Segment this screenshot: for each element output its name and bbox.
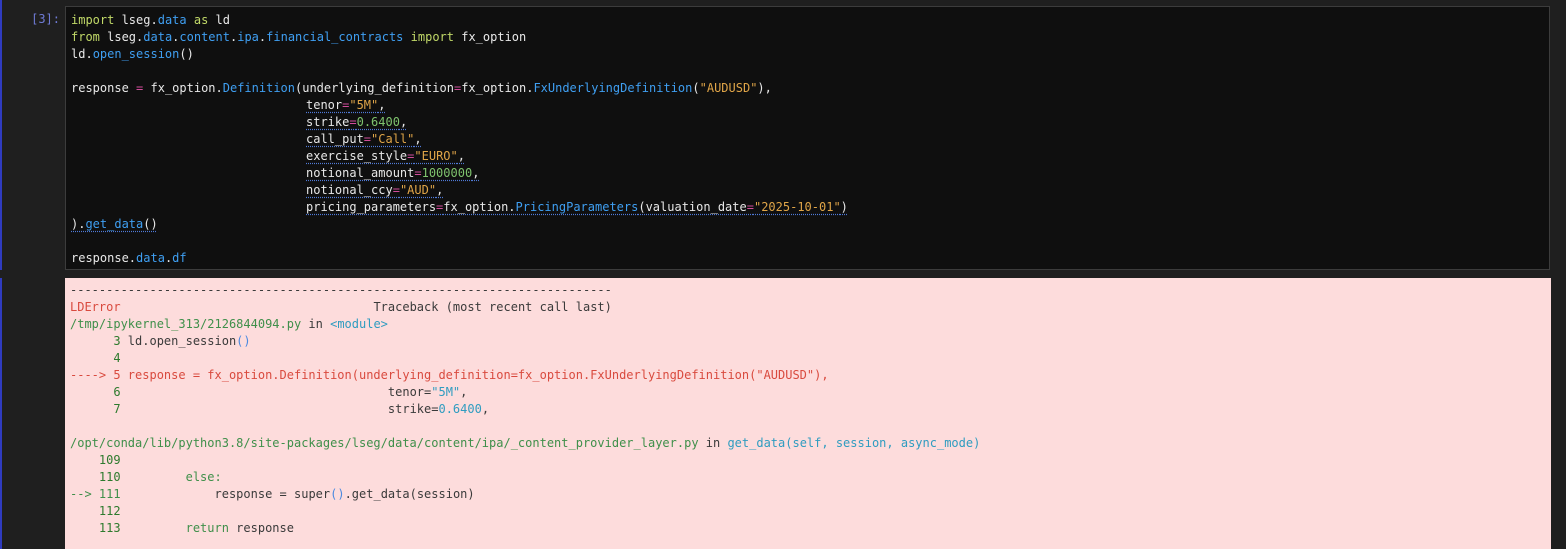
code-line: notional_amount=1000000,	[306, 166, 480, 180]
code-line: ld.open_session()	[71, 47, 194, 61]
traceback-line: 3 ld.open_session()	[70, 334, 251, 348]
code-line: notional_ccy="AUD",	[306, 183, 444, 197]
cell-focus-bar	[0, 0, 2, 270]
code-line: pricing_parameters=fx_option.PricingPara…	[306, 200, 848, 214]
code-line: ).get_data()	[71, 217, 158, 231]
code-editor[interactable]: import lseg.data as ld from lseg.data.co…	[65, 6, 1550, 270]
traceback-error-line: --> 111 response = super().get_data(sess…	[70, 487, 475, 501]
traceback-line: 6 tenor="5M",	[70, 385, 468, 399]
traceback-line: 113 return response	[70, 521, 294, 535]
code-line: response.data.df	[71, 251, 187, 265]
code-line: exercise_style="EURO",	[306, 149, 465, 163]
code-line: from lseg.data.content.ipa.financial_con…	[71, 30, 527, 44]
traceback-header: LDError Traceback (most recent call last…	[70, 300, 612, 314]
code-line: call_put="Call",	[306, 132, 422, 146]
frame-header: /tmp/ipykernel_313/2126844094.py in <mod…	[70, 317, 388, 331]
traceback-line: 109	[70, 453, 121, 467]
cell-prompt: [3]:	[31, 12, 60, 26]
traceback-line: 112	[70, 504, 121, 518]
code-line: tenor="5M",	[306, 98, 386, 112]
code-line: import lseg.data as ld	[71, 13, 230, 27]
traceback-divider: ----------------------------------------…	[70, 283, 612, 297]
traceback-line: 7 strike=0.6400,	[70, 402, 490, 416]
frame-header: /opt/conda/lib/python3.8/site-packages/l…	[70, 436, 981, 450]
traceback-line: 110 else:	[70, 470, 222, 484]
output-focus-bar	[0, 278, 2, 549]
traceback-line: 4	[70, 351, 121, 365]
code-line: strike=0.6400,	[306, 115, 408, 129]
traceback-error-line: ----> 5 response = fx_option.Definition(…	[70, 368, 829, 382]
error-output: ----------------------------------------…	[65, 278, 1551, 549]
code-line: response = fx_option.Definition(underlyi…	[71, 81, 772, 95]
